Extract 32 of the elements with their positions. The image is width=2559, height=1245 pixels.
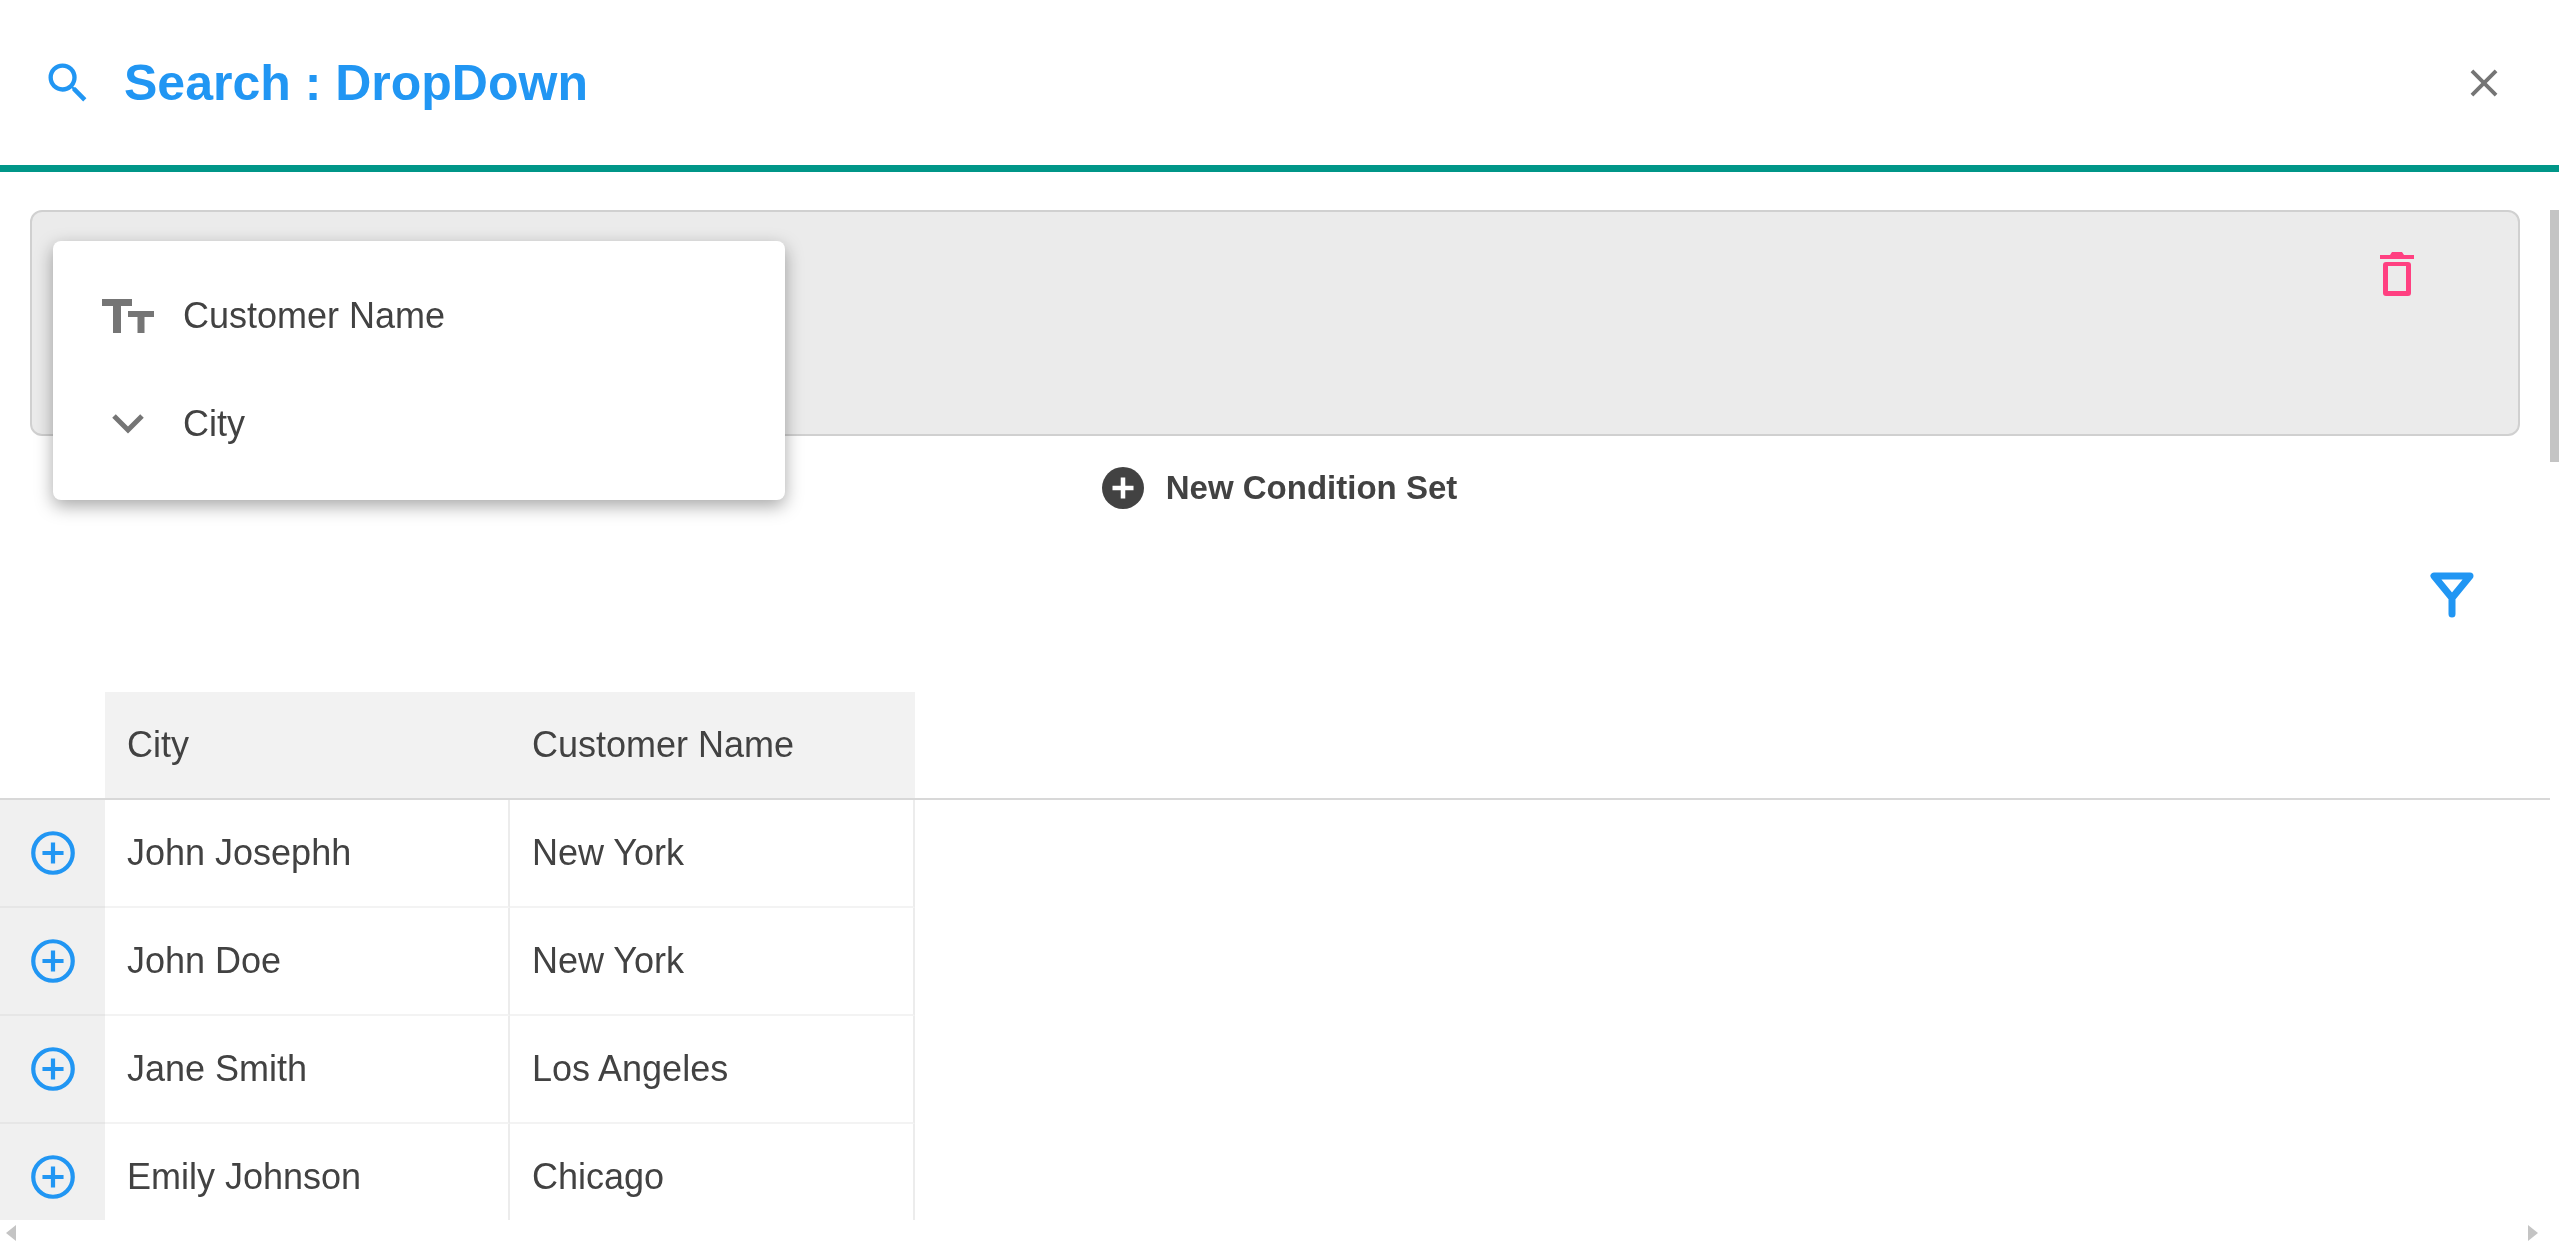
table-cell: John Josephh [105, 800, 510, 908]
menu-item[interactable]: City [183, 403, 245, 445]
plus-circle-icon [29, 1154, 76, 1200]
column-header[interactable]: Customer Name [510, 692, 915, 798]
scroll-right-icon[interactable] [2528, 1224, 2538, 1241]
table-cell: New York [510, 908, 915, 1016]
plus-circle-icon [29, 938, 76, 984]
new-condition-set-button[interactable]: New Condition Set [1101, 467, 1458, 509]
plus-circle-icon [1101, 467, 1144, 509]
table-cell: Chicago [510, 1124, 915, 1220]
table-cell: New York [510, 800, 915, 908]
scrollbar-thumb[interactable] [2550, 210, 2559, 462]
scroll-left-icon[interactable] [6, 1224, 16, 1241]
dialog-title: Search : DropDown [124, 53, 589, 112]
table-cell: John Doe [105, 908, 510, 1016]
column-header[interactable]: City [105, 692, 510, 798]
table-cell: Emily Johnson [105, 1124, 510, 1220]
plus-circle-icon [29, 1046, 76, 1092]
expand-row-button[interactable] [0, 800, 105, 908]
filter-icon [2429, 572, 2475, 618]
expand-row-button[interactable] [0, 1124, 105, 1220]
chevron-down-icon [110, 413, 145, 435]
expand-row-button[interactable] [0, 1016, 105, 1124]
text-size-icon [101, 299, 154, 333]
filter-button[interactable] [2429, 572, 2475, 618]
table-cell: Los Angeles [510, 1016, 915, 1124]
table-cell: Jane Smith [105, 1016, 510, 1124]
delete-button[interactable] [2380, 252, 2414, 296]
trash-icon [2380, 252, 2414, 296]
expand-row-button[interactable] [0, 908, 105, 1016]
plus-circle-icon [29, 830, 76, 876]
menu-item[interactable]: Customer Name [183, 295, 446, 337]
